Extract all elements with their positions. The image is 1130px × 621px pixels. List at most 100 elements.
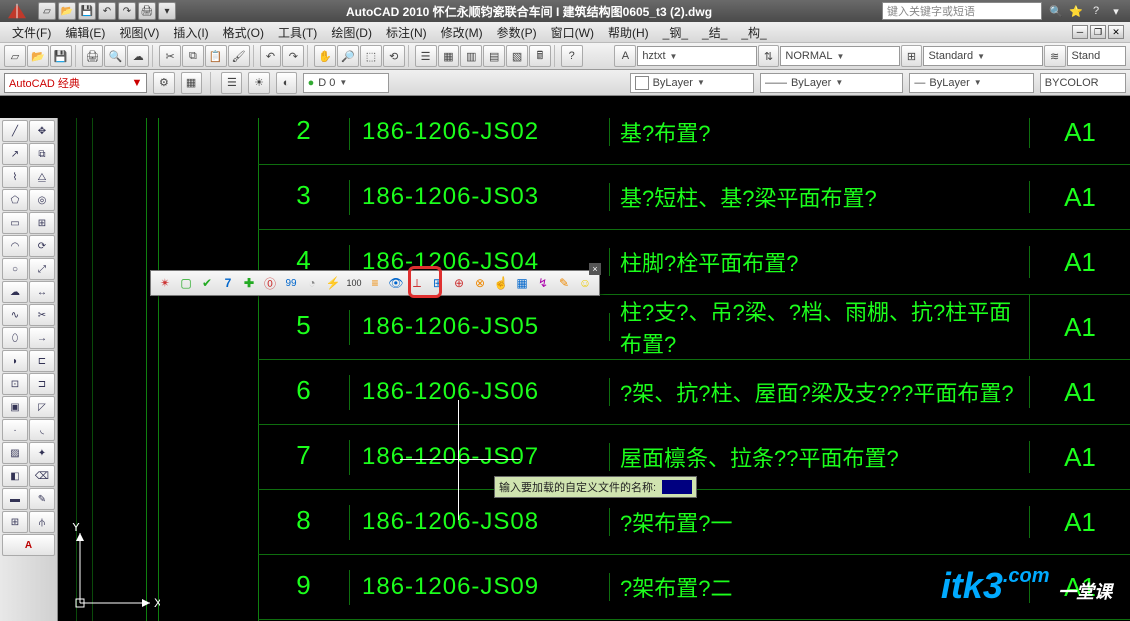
qat-open-icon[interactable]: 📂 (58, 2, 76, 20)
zoom-prev-icon[interactable]: ⟲ (383, 45, 405, 67)
layer-state-icon[interactable]: ☀ (248, 72, 269, 94)
menu-help[interactable]: 帮助(H) (602, 22, 655, 43)
title-chevron-icon[interactable]: ▾ (1108, 3, 1124, 19)
fillet-icon[interactable]: ◟ (29, 419, 55, 441)
help2-icon[interactable]: ? (561, 45, 583, 67)
menu-struct[interactable]: _结_ (696, 22, 733, 43)
insert-block-icon[interactable]: ⊡ (2, 373, 28, 395)
menu-modify[interactable]: 修改(M) (435, 22, 489, 43)
tablestyle-icon[interactable]: ⊞ (901, 45, 923, 67)
menu-draw[interactable]: 绘图(D) (325, 22, 378, 43)
pedit-icon[interactable]: ✎ (29, 488, 55, 510)
help-search-input[interactable]: 键入关键字或短语 (882, 2, 1042, 20)
polygon-icon[interactable]: ⬠ (2, 189, 28, 211)
qat-undo-icon[interactable]: ↶ (98, 2, 116, 20)
cut-icon[interactable]: ✂ (159, 45, 181, 67)
open-icon[interactable]: 📂 (27, 45, 49, 67)
ws-save-icon[interactable]: ▦ (181, 72, 202, 94)
make-block-icon[interactable]: ▣ (2, 396, 28, 418)
menu-format[interactable]: 格式(O) (217, 22, 270, 43)
mdi-close-icon[interactable]: ✕ (1108, 25, 1124, 39)
qat-save-icon[interactable]: 💾 (78, 2, 96, 20)
qat-redo-icon[interactable]: ↷ (118, 2, 136, 20)
chamfer-icon[interactable]: ◸ (29, 396, 55, 418)
menu-steel[interactable]: _钢_ (657, 22, 694, 43)
pline-icon[interactable]: ⌇ (2, 166, 28, 188)
plugin-100-icon[interactable]: 100 (344, 273, 364, 293)
layer-props-icon[interactable]: ☰ (221, 72, 242, 94)
layer-combo[interactable]: ●D 0▼ (303, 73, 389, 93)
hatch-icon[interactable]: ▨ (2, 442, 28, 464)
plugin-lines-icon[interactable]: ≡ (365, 273, 385, 293)
menu-view[interactable]: 视图(V) (113, 22, 165, 43)
text-style-combo[interactable]: hztxt▼ (637, 46, 756, 66)
markup-icon[interactable]: ▧ (506, 45, 528, 67)
zoom-rt-icon[interactable]: 🔎 (337, 45, 359, 67)
move-icon[interactable]: ✥ (29, 120, 55, 142)
redo-icon[interactable]: ↷ (282, 45, 304, 67)
stretch-icon[interactable]: ↔ (29, 281, 55, 303)
plugin-check-icon[interactable]: ✔ (197, 273, 217, 293)
properties-icon[interactable]: ☰ (415, 45, 437, 67)
qat-plot-icon[interactable]: 🖨 (138, 2, 156, 20)
plugin-gear-icon[interactable]: ✴ (155, 273, 175, 293)
plugin-zero-icon[interactable]: ⓪ (260, 273, 280, 293)
spline-icon[interactable]: ∿ (2, 304, 28, 326)
plugin-99-icon[interactable]: 99 (281, 273, 301, 293)
copy-icon[interactable]: ⧉ (182, 45, 204, 67)
qat-new-icon[interactable]: ▱ (38, 2, 56, 20)
extend-icon[interactable]: → (29, 327, 55, 349)
plotstyle-combo[interactable]: BYCOLOR (1040, 73, 1126, 93)
plugin-plus-icon[interactable]: ✚ (239, 273, 259, 293)
mlstyle-icon[interactable]: ≋ (1044, 45, 1066, 67)
explode-icon[interactable]: ✦ (29, 442, 55, 464)
plugin-swap-icon[interactable]: ↯ (533, 273, 553, 293)
dimstyle-icon[interactable]: ⇅ (758, 45, 780, 67)
zoom-win-icon[interactable]: ⬚ (360, 45, 382, 67)
arc-icon[interactable]: ◠ (2, 235, 28, 257)
mtext-icon[interactable]: A (2, 534, 55, 556)
menu-window[interactable]: 窗口(W) (545, 22, 600, 43)
mirror-icon[interactable]: ⧋ (29, 166, 55, 188)
save-icon[interactable]: 💾 (50, 45, 72, 67)
app-logo[interactable] (0, 0, 34, 22)
join-icon[interactable]: ⊐ (29, 373, 55, 395)
plugin-seven-icon[interactable]: 7 (218, 273, 238, 293)
menu-param[interactable]: 参数(P) (491, 22, 543, 43)
drawing-canvas[interactable]: 2186-1206-JS02基?布置?A1 3186-1206-JS03基?短柱… (58, 118, 1130, 621)
rectangle-icon[interactable]: ▭ (2, 212, 28, 234)
region-icon[interactable]: ▬ (2, 488, 28, 510)
pan-icon[interactable]: ✋ (314, 45, 336, 67)
mdi-restore-icon[interactable]: ❐ (1090, 25, 1106, 39)
ellipse-icon[interactable]: ⬯ (2, 327, 28, 349)
align-icon[interactable]: ⫛ (29, 511, 55, 533)
menu-dimension[interactable]: 标注(N) (380, 22, 433, 43)
preview-icon[interactable]: 🔍 (104, 45, 126, 67)
plugin-table2-icon[interactable]: ▦ (512, 273, 532, 293)
help-icon[interactable]: ? (1088, 3, 1104, 19)
infocenter-search-icon[interactable]: 🔍 (1048, 3, 1064, 19)
point-icon[interactable]: · (2, 419, 28, 441)
ml-style-combo[interactable]: Stand (1067, 46, 1127, 66)
menu-tools[interactable]: 工具(T) (272, 22, 323, 43)
offset-icon[interactable]: ◎ (29, 189, 55, 211)
prompt-input[interactable] (662, 480, 692, 494)
table-style-combo[interactable]: Standard▼ (923, 46, 1042, 66)
break-icon[interactable]: ⊏ (29, 350, 55, 372)
scale-icon[interactable]: ⤢ (29, 258, 55, 280)
ws-settings-icon[interactable]: ⚙ (153, 72, 174, 94)
copy2-icon[interactable]: ⧉ (29, 143, 55, 165)
mdi-minimize-icon[interactable]: ─ (1072, 25, 1088, 39)
plugin-rect-icon[interactable]: ▢ (176, 273, 196, 293)
ellipsearc-icon[interactable]: ◗ (2, 350, 28, 372)
erase-icon[interactable]: ⌫ (29, 465, 55, 487)
trim-icon[interactable]: ✂ (29, 304, 55, 326)
table-icon[interactable]: ⊞ (2, 511, 28, 533)
new-icon[interactable]: ▱ (4, 45, 26, 67)
plugin-smile-icon[interactable]: ☺ (575, 273, 595, 293)
menu-edit[interactable]: 编辑(E) (59, 22, 111, 43)
line-icon[interactable]: ╱ (2, 120, 28, 142)
menu-frame[interactable]: _构_ (735, 22, 772, 43)
plugin-pie-icon[interactable]: ◔ (302, 273, 322, 293)
menu-insert[interactable]: 插入(I) (167, 22, 214, 43)
